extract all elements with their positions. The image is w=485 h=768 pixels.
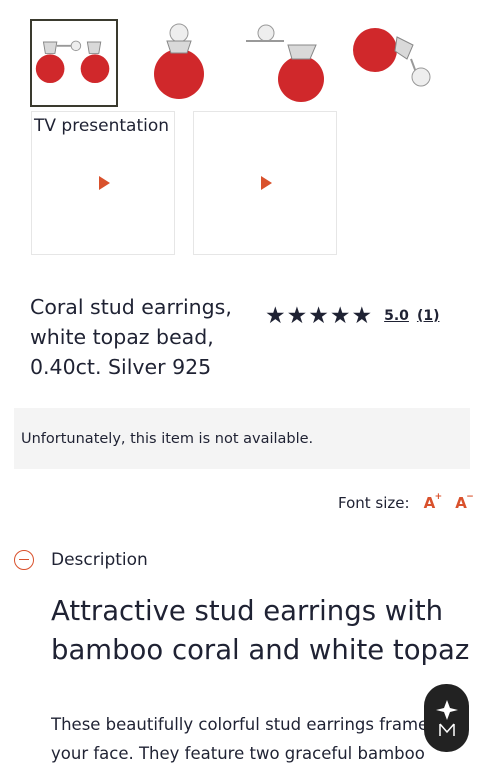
description-headline: Attractive stud earrings with bamboo cor… (51, 595, 470, 666)
star-icon: ★ (308, 303, 329, 329)
description-body: These beautifully colorful stud earrings… (51, 710, 485, 768)
thumbnail-2[interactable] (137, 19, 225, 107)
thumbnail-3[interactable] (244, 19, 332, 107)
collapse-minus-icon[interactable] (14, 550, 34, 570)
star-icon: ★ (329, 303, 351, 329)
font-size-controls: Font size: A + A − (338, 492, 474, 512)
font-increase-glyph: A (423, 494, 436, 512)
description-line: These beautifully colorful stud earrings… (51, 715, 429, 734)
font-size-label: Font size: (338, 494, 410, 512)
description-heading: Description (51, 550, 148, 570)
font-decrease-sup: − (466, 492, 474, 502)
thumbnail-1[interactable] (30, 19, 118, 107)
coral-earring-back-icon (353, 28, 431, 87)
font-decrease-glyph: A (455, 494, 467, 512)
video-label: TV presentation (34, 116, 170, 136)
floating-brand-button[interactable] (424, 684, 469, 752)
product-title: Coral stud earrings, white topaz bead, 0… (30, 295, 232, 379)
play-icon[interactable] (99, 176, 110, 190)
font-decrease-button[interactable]: A − (455, 492, 474, 512)
coral-earring-side-icon (246, 24, 324, 102)
description-toggle[interactable]: Description (14, 550, 148, 570)
rating: ★ ★ ★ ★ ★ 5.0 (1) (265, 304, 439, 328)
rating-value-link[interactable]: 5.0 (384, 308, 409, 324)
brand-logo-icon (435, 700, 458, 736)
star-icon: ★ (265, 303, 286, 329)
font-increase-button[interactable]: A + (423, 492, 443, 512)
play-icon[interactable] (261, 176, 272, 190)
font-increase-sup: + (434, 492, 443, 502)
description-line: your face. They feature two graceful bam… (51, 744, 425, 763)
star-icon: ★ (351, 303, 373, 329)
rating-stars: ★ ★ ★ ★ ★ (265, 304, 372, 328)
video-tile-2[interactable] (193, 111, 337, 255)
availability-notice: Unfortunately, this item is not availabl… (14, 408, 470, 469)
star-icon: ★ (286, 303, 308, 329)
review-count-link[interactable]: (1) (417, 308, 440, 324)
coral-earring-front-icon (154, 23, 204, 99)
thumbnail-4[interactable] (351, 19, 439, 107)
availability-message: Unfortunately, this item is not availabl… (21, 430, 314, 447)
coral-earrings-pair-icon (35, 40, 110, 84)
